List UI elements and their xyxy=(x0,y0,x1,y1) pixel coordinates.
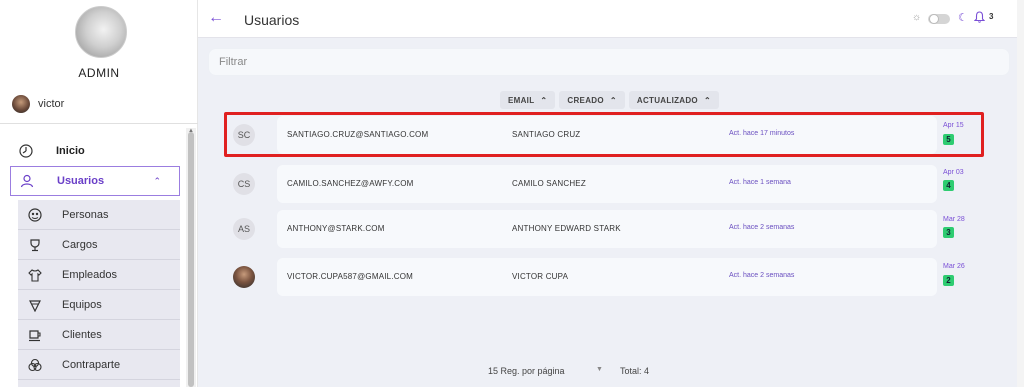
submenu-item-equipos[interactable]: Equipos xyxy=(18,290,180,320)
bell-icon[interactable] xyxy=(973,11,986,26)
main-content: ← Usuarios ☼ ☾ 3 EMAIL ⌃ CREADO ⌃ ACTUAL… xyxy=(198,0,1024,387)
chevron-up-icon[interactable]: ⌃ xyxy=(153,176,161,187)
user-icon xyxy=(19,173,35,189)
shirt-icon xyxy=(28,268,42,282)
total-count: Total: 4 xyxy=(620,366,650,376)
theme-toggle[interactable] xyxy=(928,14,950,24)
sun-icon: ☼ xyxy=(912,12,922,23)
updated-text: Act. hace 1 semana xyxy=(729,179,791,186)
chevron-up-icon: ⌃ xyxy=(703,95,711,105)
notification-count: 3 xyxy=(989,12,994,21)
per-page-select[interactable]: 15 Reg. por página xyxy=(488,366,565,376)
sort-label: EMAIL xyxy=(508,95,535,105)
selection-highlight xyxy=(224,112,984,157)
sidebar-item-label: Usuarios xyxy=(57,175,105,187)
dashboard-icon xyxy=(18,143,34,159)
submenu-label: Clientes xyxy=(62,328,102,341)
toggle-knob xyxy=(929,14,939,24)
avatar xyxy=(12,95,30,113)
sidebar-nav: Inicio Usuarios ⌃ Personas Cargos Emplea… xyxy=(4,128,196,387)
sort-creado-button[interactable]: CREADO ⌃ xyxy=(559,91,625,109)
profile-panel: ADMIN victor xyxy=(0,0,198,124)
filter-box xyxy=(208,48,1010,76)
user-name: ANTHONY EDWARD STARK xyxy=(512,224,621,233)
dropdown-caret-icon[interactable]: ▼ xyxy=(596,366,603,373)
submenu-item-clientes[interactable]: Clientes xyxy=(18,320,180,350)
sidebar-scrollbar-thumb[interactable] xyxy=(188,132,194,387)
submenu-label: Cargos xyxy=(62,238,98,251)
submenu-label: Contraparte xyxy=(62,358,121,371)
people-icon xyxy=(28,207,42,222)
admin-avatar[interactable] xyxy=(75,6,127,58)
user-email: VICTOR.CUPA587@GMAIL.COM xyxy=(287,272,413,281)
count-badge: 4 xyxy=(943,180,954,191)
chevron-up-icon: ⌃ xyxy=(609,95,617,105)
list-item[interactable]: CS CAMILO.SANCHEZ@AWFY.COM CAMILO SANCHE… xyxy=(223,165,1013,203)
scroll-up-icon[interactable]: ▲ xyxy=(188,128,194,134)
team-icon xyxy=(28,298,42,312)
avatar xyxy=(233,266,255,288)
created-date: Apr 03 xyxy=(943,169,964,176)
user-name: VICTOR CUPA xyxy=(512,272,569,281)
list-item[interactable]: VICTOR.CUPA587@GMAIL.COM VICTOR CUPA Act… xyxy=(223,258,1013,296)
list-item[interactable]: AS ANTHONY@STARK.COM ANTHONY EDWARD STAR… xyxy=(223,210,1013,248)
chevron-up-icon: ⌃ xyxy=(540,95,548,105)
avatar: AS xyxy=(233,218,255,240)
avatar: CS xyxy=(233,173,255,195)
sort-actualizado-button[interactable]: ACTUALIZADO ⌃ xyxy=(628,91,719,109)
submenu-item-contraparte[interactable]: Contraparte xyxy=(18,350,180,380)
filter-input[interactable] xyxy=(209,49,1009,75)
submenu-label: Empleados xyxy=(62,268,118,281)
created-date: Mar 28 xyxy=(943,216,965,223)
updated-text: Act. hace 2 semanas xyxy=(729,272,795,279)
submenu-label: Equipos xyxy=(62,298,102,311)
top-bar: ← Usuarios ☼ ☾ 3 xyxy=(198,0,1024,38)
moon-icon: ☾ xyxy=(958,12,968,24)
count-badge: 2 xyxy=(943,275,954,286)
cup-icon xyxy=(28,328,42,342)
sort-buttons: EMAIL ⌃ CREADO ⌃ ACTUALIZADO ⌃ xyxy=(500,91,719,109)
sort-label: ACTUALIZADO xyxy=(636,95,698,105)
back-arrow-icon[interactable]: ← xyxy=(208,9,224,27)
submenu-item-cargos[interactable]: Cargos xyxy=(18,230,180,260)
usuarios-submenu: Personas Cargos Empleados Equipos Client… xyxy=(18,200,180,387)
sort-label: CREADO xyxy=(567,95,604,105)
created-date: Mar 26 xyxy=(943,263,965,270)
submenu-item-personas[interactable]: Personas xyxy=(18,200,180,230)
user-email: CAMILO.SANCHEZ@AWFY.COM xyxy=(287,179,414,188)
trophy-icon xyxy=(28,238,42,252)
window-edge xyxy=(1017,0,1024,387)
sidebar-item-inicio[interactable]: Inicio xyxy=(10,136,180,166)
updated-text: Act. hace 2 semanas xyxy=(729,224,795,231)
user-name: CAMILO SANCHEZ xyxy=(512,179,586,188)
user-email: ANTHONY@STARK.COM xyxy=(287,224,385,233)
role-label: ADMIN xyxy=(78,66,120,80)
submenu-item-empleados[interactable]: Empleados xyxy=(18,260,180,290)
sidebar-item-label: Inicio xyxy=(56,145,85,157)
sidebar: ADMIN victor Inicio Usuarios ⌃ Personas … xyxy=(0,0,198,387)
count-badge: 3 xyxy=(943,227,954,238)
sort-email-button[interactable]: EMAIL ⌃ xyxy=(500,91,556,109)
sidebar-item-usuarios[interactable]: Usuarios ⌃ xyxy=(10,166,180,196)
user-info[interactable]: victor xyxy=(12,94,64,114)
circles-icon xyxy=(28,358,42,372)
page-title: Usuarios xyxy=(244,12,300,28)
user-name: victor xyxy=(38,98,65,110)
submenu-label: Personas xyxy=(62,208,109,221)
